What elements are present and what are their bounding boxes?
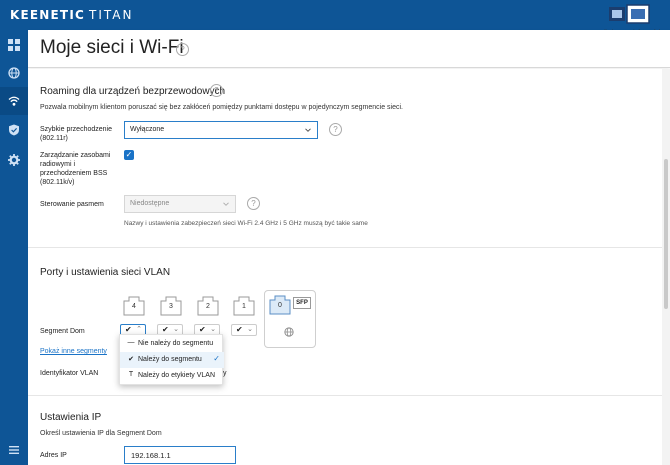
check-icon: ✔	[125, 325, 132, 334]
label-line: Szybkie przechodzenie	[40, 126, 112, 133]
port-number: 0	[278, 302, 282, 309]
vlan-id-label: Identyfikator VLAN	[40, 370, 99, 377]
help-icon[interactable]: ?	[329, 123, 342, 136]
menu-item-vlan-tagged[interactable]: T Należy do etykiety VLAN	[120, 368, 224, 384]
brand-logo: KEENETIC TITAN	[10, 8, 133, 22]
chevron-down-icon	[305, 128, 311, 132]
ip-address-label: Adres IP	[40, 452, 67, 459]
main-content: Roaming dla urządzeń bezprzewodowych ? P…	[28, 69, 662, 465]
help-icon[interactable]: ?	[210, 84, 223, 97]
menu-item-label: Należy do etykiety VLAN	[138, 372, 216, 379]
port-3[interactable]: 3	[160, 296, 182, 316]
scrollbar[interactable]	[662, 69, 670, 465]
brand-model: TITAN	[89, 8, 134, 22]
fast-transition-value: Wyłączone	[130, 126, 165, 133]
chevron-down-icon: ⌄	[210, 326, 216, 333]
label-line: radiowymi i	[40, 161, 76, 168]
watermark-logo-icon	[609, 4, 650, 24]
top-bar: KEENETIC TITAN	[0, 0, 670, 30]
show-other-segments-link[interactable]: Pokaż inne segmenty	[40, 348, 107, 355]
sidebar-item-dashboard[interactable]	[0, 31, 28, 59]
ip-address-input[interactable]: 192.168.1.1	[124, 446, 236, 464]
check-icon: ✔	[199, 325, 206, 334]
menu-item-label: Należy do segmentu	[138, 356, 202, 363]
page-title: Moje sieci i Wi-Fi	[40, 37, 184, 58]
section-divider	[28, 395, 662, 396]
roaming-description: Pozwala mobilnym klientom poruszać się b…	[40, 104, 404, 111]
label-line: (802.11r)	[40, 135, 68, 142]
sidebar-item-internet[interactable]	[0, 59, 28, 87]
wifi-icon	[8, 96, 20, 106]
sidebar-menu-toggle[interactable]	[0, 436, 28, 464]
port-1-membership-select[interactable]: ✔ ⌄	[231, 324, 257, 336]
globe-icon	[284, 327, 294, 337]
port-number: 2	[206, 303, 210, 310]
menu-item-member[interactable]: ✔ Należy do segmentu ✓	[120, 352, 224, 368]
bss-label: Zarządzanie zasobami radiowymi i przecho…	[40, 151, 110, 187]
brand-name: KEENETIC	[10, 8, 85, 22]
port-4[interactable]: 4	[123, 296, 145, 316]
sidebar	[0, 30, 28, 465]
fast-transition-select[interactable]: Wyłączone	[124, 121, 318, 139]
port-2[interactable]: 2	[197, 296, 219, 316]
menu-icon	[9, 446, 19, 454]
section-title-ports: Porty i ustawienia sieci VLAN	[40, 267, 171, 278]
check-icon: ✔	[236, 325, 243, 334]
port-0-card: 0 SFP	[264, 290, 316, 348]
dash-icon: —	[127, 339, 135, 346]
sidebar-item-wifi[interactable]	[0, 87, 28, 115]
bss-checkbox[interactable]: ✓	[124, 150, 134, 160]
chevron-down-icon: ⌄	[173, 326, 179, 333]
membership-dropdown-menu: — Nie należy do segmentu ✔ Należy do seg…	[119, 334, 224, 385]
scrollbar-thumb[interactable]	[664, 159, 668, 309]
port-1[interactable]: 1	[233, 296, 255, 316]
gear-icon	[8, 154, 20, 166]
chevron-down-icon	[223, 202, 229, 206]
band-steering-label: Sterowanie pasmem	[40, 201, 104, 208]
port-0[interactable]: 0	[269, 295, 291, 315]
help-icon[interactable]: ?	[247, 197, 260, 210]
sfp-port[interactable]: SFP	[293, 297, 311, 309]
chevron-down-icon: ⌄	[247, 326, 253, 333]
sidebar-item-security[interactable]	[0, 116, 28, 144]
section-title-ip: Ustawienia IP	[40, 412, 102, 423]
menu-item-not-member[interactable]: — Nie należy do segmentu	[120, 336, 224, 352]
dashboard-icon	[8, 39, 20, 51]
band-steering-select[interactable]: Niedostępne	[124, 195, 236, 213]
section-divider	[28, 247, 662, 248]
fast-transition-label: Szybkie przechodzenie (802.11r)	[40, 125, 112, 143]
label-line: (802.11k/v)	[40, 179, 75, 186]
shield-icon	[9, 124, 19, 136]
selected-check-icon: ✓	[213, 354, 220, 363]
label-line: przechodzeniem BSS	[40, 170, 108, 177]
page-header: Moje sieci i Wi-Fi ?	[28, 30, 670, 68]
port-number: 1	[242, 303, 246, 310]
band-steering-hint: Nazwy i ustawienia zabezpieczeń sieci Wi…	[124, 220, 368, 227]
label-line: Zarządzanie zasobami	[40, 152, 111, 159]
help-icon[interactable]: ?	[176, 43, 189, 56]
ip-description: Określ ustawienia IP dla Segment Dom	[40, 430, 162, 437]
port-number: 4	[132, 303, 136, 310]
chevron-up-icon: ⌃	[136, 326, 142, 333]
band-steering-value: Niedostępne	[130, 200, 170, 207]
port-number: 3	[169, 303, 173, 310]
check-icon: ✔	[162, 325, 169, 334]
sidebar-item-settings[interactable]	[0, 146, 28, 174]
segment-label: Segment Dom	[40, 328, 85, 335]
tag-icon: T	[128, 371, 134, 378]
check-icon: ✔	[128, 356, 134, 363]
menu-item-label: Nie należy do segmentu	[138, 340, 214, 347]
section-title-roaming: Roaming dla urządzeń bezprzewodowych	[40, 86, 226, 97]
globe-icon	[8, 67, 20, 79]
